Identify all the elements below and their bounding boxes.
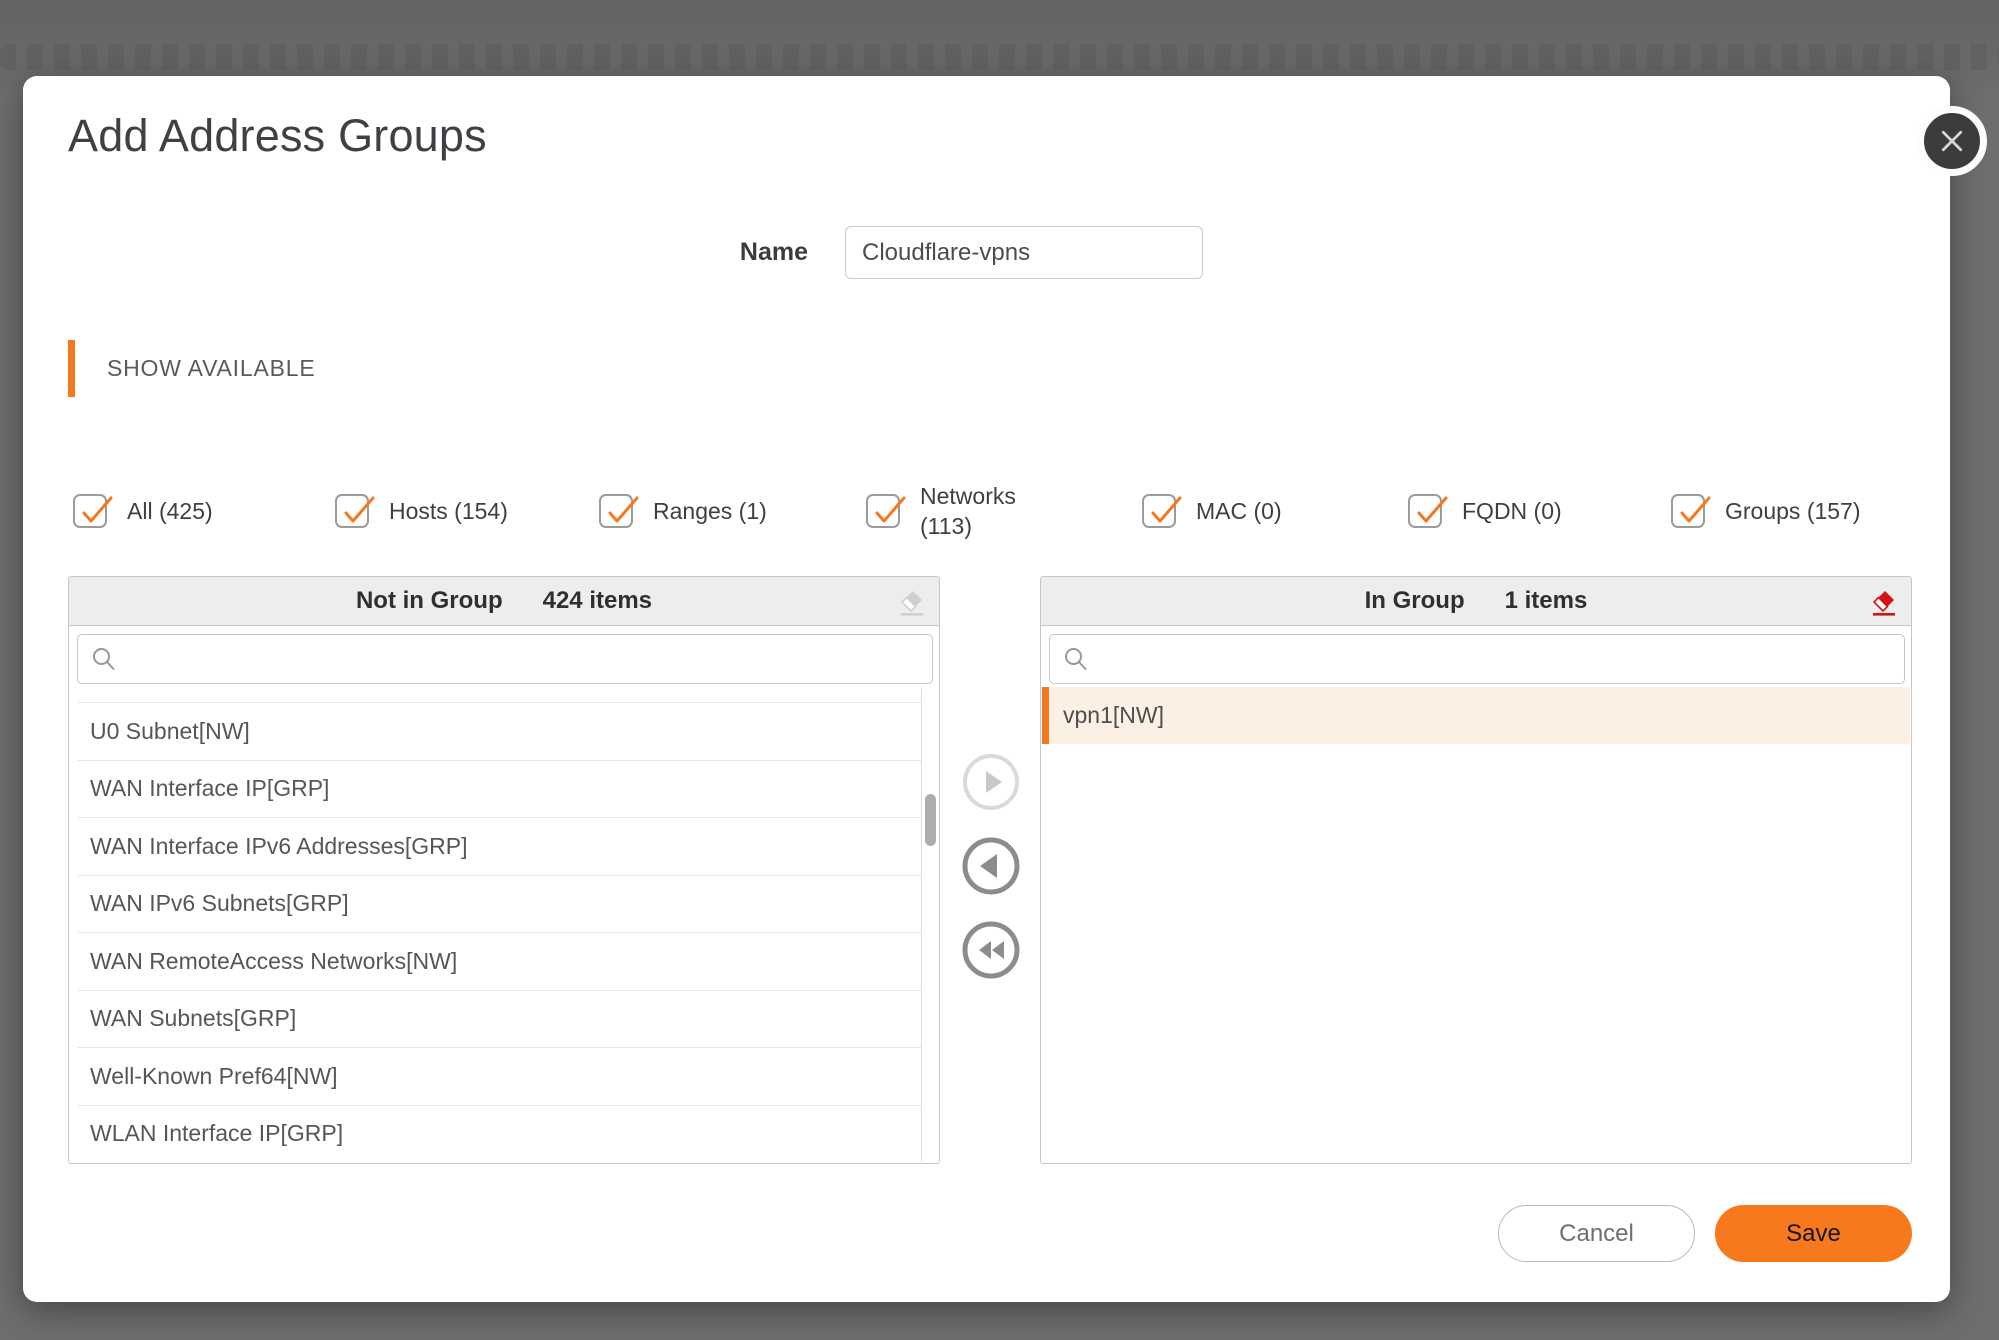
list-item[interactable]: WAN Interface IPv6 Addresses[GRP] [78, 818, 921, 876]
left-search-box [77, 634, 933, 684]
filter-option[interactable]: Networks (113) [866, 476, 1034, 546]
filter-checkbox[interactable] [1142, 494, 1176, 528]
filter-option[interactable]: Groups (157) [1671, 476, 1861, 546]
list-item[interactable]: WAN Interface IP[GRP] [78, 761, 921, 819]
double-arrow-left-icon [962, 921, 1020, 979]
list-item[interactable]: WAN IPv6 Subnets[GRP] [78, 876, 921, 934]
panel-title: Not in Group [356, 587, 503, 615]
filter-checkbox[interactable] [866, 494, 900, 528]
clear-left-list-button[interactable] [893, 584, 929, 620]
scrollbar-thumb[interactable] [925, 794, 936, 846]
close-icon [1937, 126, 1967, 156]
checkmark-icon [1675, 496, 1715, 530]
add-address-groups-dialog: Add Address Groups Name SHOW AVAILABLE A… [23, 76, 1950, 1302]
save-button[interactable]: Save [1715, 1205, 1912, 1262]
filter-label: All (425) [127, 496, 213, 526]
dialog-title: Add Address Groups [68, 110, 487, 162]
move-left-button[interactable] [962, 837, 1020, 895]
filter-option[interactable]: All (425) [73, 476, 213, 546]
filter-checkbox[interactable] [1671, 494, 1705, 528]
list-item[interactable]: WAN Subnets[GRP] [78, 991, 921, 1049]
move-right-button[interactable] [962, 753, 1020, 811]
filter-label: Ranges (1) [653, 496, 767, 526]
scrollbar[interactable] [921, 687, 938, 1162]
checkmark-icon [1412, 496, 1452, 530]
filter-label: Networks (113) [920, 481, 1034, 541]
arrow-left-icon [962, 837, 1020, 895]
name-label: Name [663, 226, 808, 278]
filters-row: All (425) Hosts (154) Ranges (1) Netwo [23, 476, 1950, 546]
list-item[interactable]: WLAN Interface IP[GRP] [78, 1106, 921, 1163]
panel-count: 1 items [1505, 587, 1588, 615]
filter-checkbox[interactable] [599, 494, 633, 528]
list-item[interactable]: U0 Subnet[NW] [78, 703, 921, 761]
search-icon [90, 645, 118, 673]
list-item[interactable]: WAN RemoteAccess Networks[NW] [78, 933, 921, 991]
clear-right-list-button[interactable] [1865, 584, 1901, 620]
section-label: SHOW AVAILABLE [107, 340, 315, 397]
close-button[interactable] [1917, 106, 1987, 176]
move-all-left-button[interactable] [962, 921, 1020, 979]
checkmark-icon [603, 496, 643, 530]
filter-label: Hosts (154) [389, 496, 508, 526]
panel-title: In Group [1365, 587, 1465, 615]
not-in-group-header: Not in Group 424 items [69, 577, 939, 626]
checkmark-icon [339, 496, 379, 530]
search-icon [1062, 645, 1090, 673]
filter-option[interactable]: FQDN (0) [1408, 476, 1562, 546]
name-input[interactable] [845, 226, 1203, 279]
filter-checkbox[interactable] [1408, 494, 1442, 528]
panel-count: 424 items [543, 587, 652, 615]
not-in-group-list: U0 Subnet[NW]WAN Interface IP[GRP]WAN In… [70, 703, 921, 1162]
filter-option[interactable]: Hosts (154) [335, 476, 508, 546]
eraser-icon [1866, 584, 1900, 618]
list-item[interactable]: Well-Known Pref64[NW] [78, 1048, 921, 1106]
right-search-input[interactable] [1100, 635, 1904, 683]
filter-checkbox[interactable] [73, 494, 107, 528]
checkmark-icon [1146, 496, 1186, 530]
filter-option[interactable]: MAC (0) [1142, 476, 1282, 546]
arrow-right-icon [962, 753, 1020, 811]
checkmark-icon [77, 496, 117, 530]
eraser-icon [894, 584, 928, 618]
not-in-group-panel: Not in Group 424 items U0 Subnet[NW]WAN … [68, 576, 940, 1164]
left-search-input[interactable] [128, 635, 932, 683]
filter-option[interactable]: Ranges (1) [599, 476, 767, 546]
list-item-selected[interactable]: vpn1[NW] [1042, 687, 1910, 744]
checkmark-icon [870, 496, 910, 530]
section-accent-bar [68, 340, 75, 397]
scrolled-row-sliver [78, 687, 921, 703]
filter-label: Groups (157) [1725, 496, 1861, 526]
cancel-button[interactable]: Cancel [1498, 1205, 1695, 1262]
right-search-box [1049, 634, 1905, 684]
in-group-header: In Group 1 items [1041, 577, 1911, 626]
in-group-list: vpn1[NW] [1042, 687, 1910, 1162]
in-group-panel: In Group 1 items vpn1[NW] [1040, 576, 1912, 1164]
filter-label: MAC (0) [1196, 496, 1282, 526]
background-ui-blur [0, 44, 1999, 70]
filter-label: FQDN (0) [1462, 496, 1562, 526]
filter-checkbox[interactable] [335, 494, 369, 528]
